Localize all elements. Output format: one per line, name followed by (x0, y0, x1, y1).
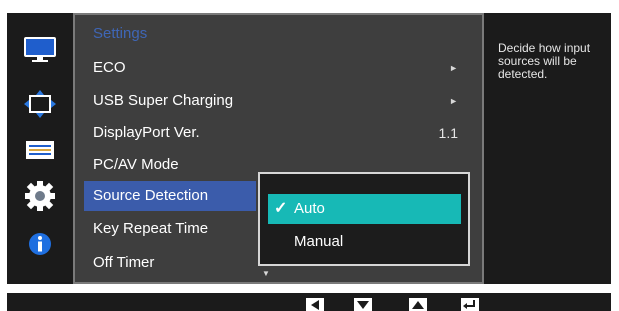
menu-item-displayport-ver[interactable]: DisplayPort Ver. 1.1 (84, 118, 464, 148)
menu-item-source-detection[interactable]: Source Detection (84, 181, 256, 211)
down-arrow-icon[interactable] (354, 298, 372, 311)
check-icon: ✓ (274, 200, 288, 217)
submenu-arrow-icon: ► (449, 63, 458, 73)
option-label: Auto (294, 200, 325, 217)
menu-item-label: USB Super Charging (93, 92, 234, 109)
submenu-arrow-icon: ► (449, 96, 458, 106)
control-button-bar (7, 293, 611, 311)
menu-item-label: DisplayPort Ver. (93, 124, 200, 141)
help-text: Decide how input sources will be detecte… (498, 41, 591, 81)
category-icon-column (7, 13, 73, 284)
settings-sliders-icon[interactable] (17, 133, 63, 167)
option-label: Manual (294, 233, 344, 250)
picture-icon[interactable] (17, 33, 63, 67)
menu-item-label: Off Timer (93, 254, 155, 271)
menu-item-usb-super-charging[interactable]: USB Super Charging ► (84, 86, 464, 116)
menu-title: Settings (93, 25, 148, 42)
source-detection-submenu: ✓ Auto Manual (258, 172, 470, 266)
menu-item-label: Key Repeat Time (93, 220, 209, 237)
info-icon[interactable] (17, 227, 63, 261)
scroll-down-icon[interactable]: ▼ (262, 269, 270, 278)
menu-item-label: ECO (93, 59, 126, 76)
option-auto[interactable]: ✓ Auto (268, 194, 461, 224)
position-icon[interactable] (17, 87, 63, 121)
menu-item-label: PC/AV Mode (93, 156, 179, 173)
gear-icon[interactable] (17, 179, 63, 213)
menu-item-value: 1.1 (438, 125, 458, 141)
help-panel: Decide how input sources will be detecte… (484, 13, 611, 284)
enter-icon[interactable] (461, 298, 479, 311)
up-arrow-icon[interactable] (409, 298, 427, 311)
menu-item-eco[interactable]: ECO ► (84, 53, 464, 83)
option-manual[interactable]: Manual (268, 227, 461, 257)
left-arrow-icon[interactable] (306, 298, 324, 311)
menu-item-label: Source Detection (93, 187, 209, 204)
